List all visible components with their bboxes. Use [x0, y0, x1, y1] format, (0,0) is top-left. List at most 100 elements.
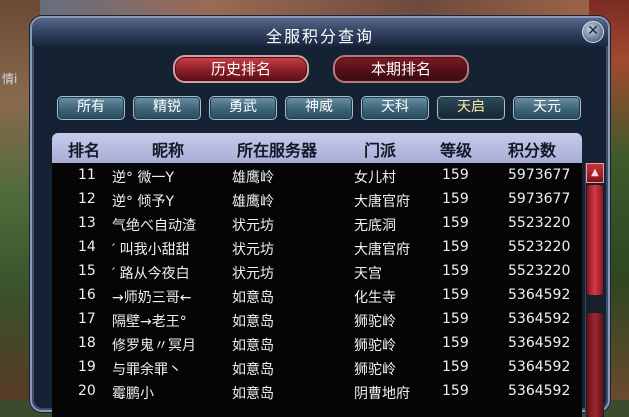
rank-cell: 18 [78, 335, 96, 351]
level-cell: 159 [442, 287, 469, 303]
rank-cell: 13 [78, 215, 96, 231]
table-scrollbar[interactable]: ▲ [585, 163, 604, 417]
table-row[interactable]: 16 →师奶三哥← 如意岛 化生寺 159 5364592 [52, 285, 582, 309]
score-cell: 5364592 [508, 311, 571, 327]
close-button[interactable]: ✕ [582, 21, 604, 43]
nickname-cell: 霉鹏小 [112, 386, 154, 402]
server-cell: 如意岛 [232, 338, 274, 354]
header-school: 门派 [364, 141, 397, 160]
rank-cell: 20 [78, 383, 96, 399]
rank-cell: 19 [78, 359, 96, 375]
title-bar[interactable]: 全服积分查询 ✕ [32, 18, 608, 46]
server-cell: 雄鹰岭 [232, 194, 274, 210]
tab-history-ranking[interactable]: 历史排名 [173, 55, 309, 83]
header-level: 等级 [440, 141, 473, 160]
table-row[interactable]: 15 ′ 路从今夜白 状元坊 天宫 159 5523220 [52, 261, 582, 285]
nickname-cell: 气绝べ自动渣 [112, 218, 196, 234]
server-cell: 如意岛 [232, 314, 274, 330]
rank-cell: 11 [78, 167, 96, 183]
score-cell: 5364592 [508, 383, 571, 399]
header-server: 所在服务器 [237, 141, 318, 160]
score-cell: 5523220 [508, 263, 571, 279]
school-cell: 女儿村 [354, 170, 396, 186]
score-cell: 5523220 [508, 215, 571, 231]
nickname-cell: 修罗鬼〃冥月 [112, 338, 196, 354]
score-cell: 5364592 [508, 287, 571, 303]
score-cell: 5973677 [508, 191, 571, 207]
ranking-period-tabs: 历史排名 本期排名 [32, 55, 608, 83]
school-cell: 狮驼岭 [354, 338, 396, 354]
score-cell: 5364592 [508, 335, 571, 351]
nickname-cell: 逆° 微一Y [112, 170, 175, 186]
server-cell: 雄鹰岭 [232, 170, 274, 186]
rank-cell: 14 [78, 239, 96, 255]
close-icon: ✕ [587, 23, 599, 39]
table-row[interactable]: 12 逆° 倾予Y 雄鹰岭 大唐官府 159 5973677 [52, 189, 582, 213]
school-filter-row: 所有 精锐 勇武 神威 天科 天启 天元 [57, 96, 587, 120]
table-row[interactable]: 18 修罗鬼〃冥月 如意岛 狮驼岭 159 5364592 [52, 333, 582, 357]
filter-jingrui-button[interactable]: 精锐 [133, 96, 201, 120]
table-row[interactable]: 14 ′ 叫我小甜甜 状元坊 大唐官府 159 5523220 [52, 237, 582, 261]
table-row[interactable]: 19 与罪余罪丶 如意岛 狮驼岭 159 5364592 [52, 357, 582, 381]
table-row[interactable]: 20 霉鹏小 如意岛 阴曹地府 159 5364592 [52, 381, 582, 405]
tab-current-ranking[interactable]: 本期排名 [333, 55, 469, 83]
nickname-cell: 与罪余罪丶 [112, 362, 182, 378]
school-cell: 无底洞 [354, 218, 396, 234]
school-cell: 化生寺 [354, 290, 396, 306]
school-cell: 阴曹地府 [354, 386, 410, 402]
filter-yongwu-button[interactable]: 勇武 [209, 96, 277, 120]
server-cell: 状元坊 [232, 242, 274, 258]
nickname-cell: 隔壁→老王° [112, 314, 187, 330]
level-cell: 159 [442, 239, 469, 255]
school-cell: 大唐官府 [354, 242, 410, 258]
nickname-cell: →师奶三哥← [112, 290, 192, 306]
server-cell: 如意岛 [232, 290, 274, 306]
filter-tianke-button[interactable]: 天科 [361, 96, 429, 120]
arrow-up-icon: ▲ [591, 167, 599, 178]
rank-cell: 12 [78, 191, 96, 207]
scene-side-text: 情i [2, 72, 18, 86]
scroll-track-lower[interactable] [587, 313, 603, 417]
score-cell: 5364592 [508, 359, 571, 375]
rank-cell: 17 [78, 311, 96, 327]
server-cell: 如意岛 [232, 362, 274, 378]
nickname-cell: 逆° 倾予Y [112, 194, 175, 210]
header-score: 积分数 [508, 141, 557, 160]
ranking-table: 排名 昵称 所在服务器 门派 等级 积分数 11 逆° 微一Y 雄鹰岭 女儿村 … [52, 133, 604, 417]
scroll-up-button[interactable]: ▲ [586, 163, 604, 183]
school-cell: 大唐官府 [354, 194, 410, 210]
table-header: 排名 昵称 所在服务器 门派 等级 积分数 [52, 133, 582, 163]
server-cell: 状元坊 [232, 266, 274, 282]
level-cell: 159 [442, 167, 469, 183]
rank-cell: 16 [78, 287, 96, 303]
window-title: 全服积分查询 [265, 27, 374, 46]
score-cell: 5973677 [508, 167, 571, 183]
table-row[interactable]: 13 气绝べ自动渣 状元坊 无底洞 159 5523220 [52, 213, 582, 237]
server-cell: 状元坊 [232, 218, 274, 234]
school-cell: 天宫 [354, 266, 382, 282]
filter-tianyuan-button[interactable]: 天元 [513, 96, 581, 120]
level-cell: 159 [442, 191, 469, 207]
score-cell: 5523220 [508, 239, 571, 255]
level-cell: 159 [442, 311, 469, 327]
table-body: 11 逆° 微一Y 雄鹰岭 女儿村 159 5973677 12 逆° 倾予Y … [52, 163, 582, 417]
filter-all-button[interactable]: 所有 [57, 96, 125, 120]
filter-shenwei-button[interactable]: 神威 [285, 96, 353, 120]
server-cell: 如意岛 [232, 386, 274, 402]
header-nickname: 昵称 [152, 141, 185, 160]
header-rank: 排名 [68, 141, 101, 160]
nickname-cell: ′ 叫我小甜甜 [112, 242, 190, 258]
table-row[interactable]: 11 逆° 微一Y 雄鹰岭 女儿村 159 5973677 [52, 165, 582, 189]
score-query-window: 全服积分查询 ✕ 历史排名 本期排名 所有 精锐 勇武 神威 天科 天启 天元 … [30, 16, 610, 417]
filter-tianqi-button[interactable]: 天启 [437, 96, 505, 120]
scroll-thumb[interactable] [587, 185, 603, 295]
level-cell: 159 [442, 335, 469, 351]
rank-cell: 15 [78, 263, 96, 279]
table-row[interactable]: 17 隔壁→老王° 如意岛 狮驼岭 159 5364592 [52, 309, 582, 333]
nickname-cell: ′ 路从今夜白 [112, 266, 190, 282]
school-cell: 狮驼岭 [354, 314, 396, 330]
school-cell: 狮驼岭 [354, 362, 396, 378]
level-cell: 159 [442, 215, 469, 231]
level-cell: 159 [442, 383, 469, 399]
level-cell: 159 [442, 359, 469, 375]
